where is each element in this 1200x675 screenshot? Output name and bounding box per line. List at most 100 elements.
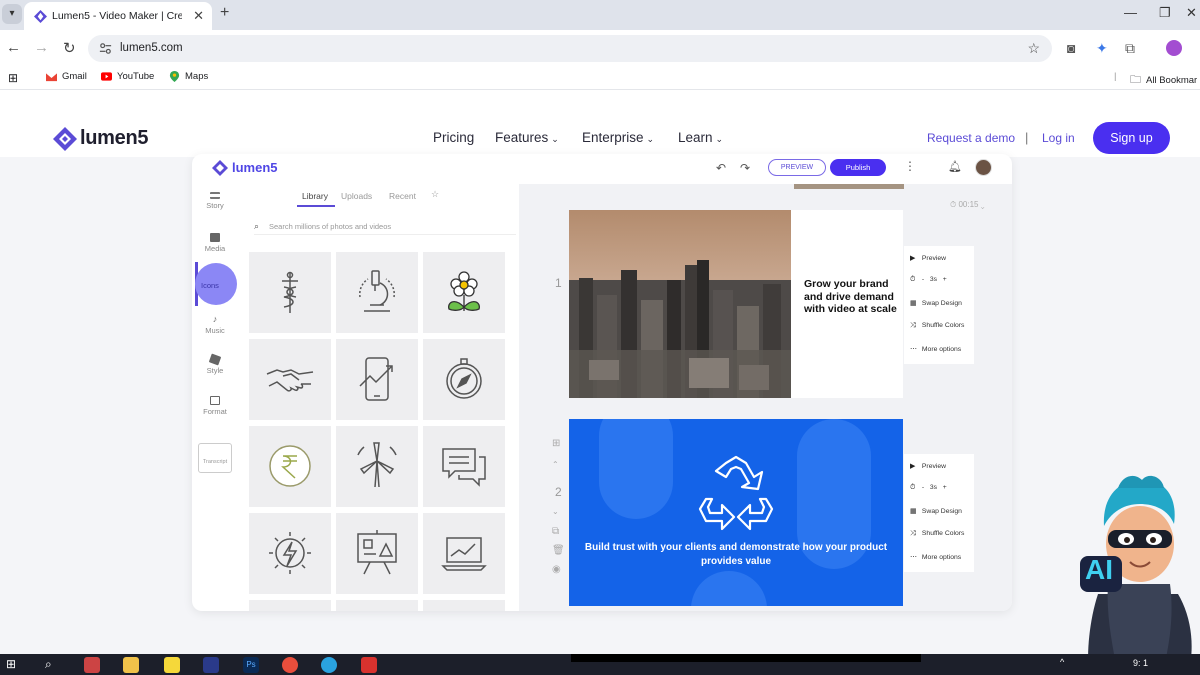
nav-enterprise[interactable]: Enterprise ⌄ [582, 130, 654, 145]
more-options-option[interactable]: ⋯ More options [910, 345, 961, 353]
taskbar-app-icon[interactable] [164, 657, 180, 673]
bookmark-youtube[interactable]: YouTube [101, 71, 154, 82]
nav-features[interactable]: Features ⌄ [495, 130, 559, 145]
icon-tile-rupee[interactable] [249, 426, 331, 507]
taskbar-app-icon[interactable] [84, 657, 100, 673]
request-demo-link[interactable]: Request a demo [927, 131, 1015, 145]
duplicate-icon[interactable]: ⧉ [552, 526, 559, 537]
shuffle-colors-option[interactable]: ⤨ Shuffle Colors [910, 530, 964, 538]
chrome-icon[interactable] [282, 657, 298, 673]
tray-chevron-icon[interactable]: ^ [1060, 657, 1076, 673]
slide-2[interactable]: Build trust with your clients and demons… [569, 419, 903, 606]
icon-tile-wind-turbine[interactable] [336, 426, 418, 507]
sidebar-item-story[interactable]: Story [200, 192, 230, 210]
chevron-up-icon[interactable]: ⌃ [552, 460, 559, 469]
bookmark-maps[interactable]: Maps [169, 71, 208, 82]
tab-uploads[interactable]: Uploads [341, 191, 372, 201]
all-bookmarks[interactable]: 🗀 All Bookmar [1130, 71, 1197, 90]
icon-tile-partial[interactable] [336, 600, 418, 611]
site-info-icon[interactable] [98, 41, 113, 56]
undo-icon[interactable]: ↶ [716, 161, 726, 175]
browser-tab[interactable]: Lumen5 - Video Maker | Create ✕ [24, 2, 212, 30]
extensions-icon[interactable]: ⧉ [1125, 40, 1135, 57]
icon-tile-caduceus[interactable] [249, 252, 331, 333]
nav-pricing[interactable]: Pricing [433, 130, 474, 145]
address-bar[interactable]: lumen5.com ☆ [88, 35, 1052, 62]
site-logo-text[interactable]: lumen5 [80, 127, 149, 150]
forward-icon[interactable]: → [34, 39, 49, 56]
tab-close-icon[interactable]: ✕ [193, 8, 204, 24]
plus-button[interactable]: + [943, 484, 947, 491]
bookmark-star-icon[interactable]: ☆ [1027, 40, 1040, 57]
icon-tile-chat-bubbles[interactable] [423, 426, 505, 507]
icon-tile-laptop-chart[interactable] [423, 513, 505, 594]
icon-tile-compass[interactable] [423, 339, 505, 420]
icon-tile-handshake[interactable] [249, 339, 331, 420]
back-icon[interactable]: ← [6, 39, 21, 56]
more-vertical-icon[interactable]: ⋮ [904, 159, 916, 173]
tab-recent[interactable]: Recent [389, 191, 416, 201]
publish-button[interactable]: Publish [830, 159, 886, 176]
icon-tile-energy[interactable] [249, 513, 331, 594]
close-window-icon[interactable]: ✕ [1186, 5, 1197, 21]
new-tab-button[interactable]: + [220, 4, 229, 22]
icon-tile-presentation[interactable] [336, 513, 418, 594]
taskbar-app-icon[interactable] [203, 657, 219, 673]
bell-icon[interactable]: 🔔︎ [948, 160, 962, 173]
windows-start-icon[interactable]: ⊞ [6, 657, 22, 673]
photoshop-icon[interactable]: Ps [243, 657, 259, 673]
favorites-star-icon[interactable]: ☆ [431, 189, 439, 200]
minimize-icon[interactable]: — [1124, 5, 1137, 20]
minus-button[interactable]: - [922, 276, 924, 283]
icon-tile-flower[interactable] [423, 252, 505, 333]
taskbar-search-icon[interactable]: ⌕ [45, 657, 61, 673]
apps-grid-icon[interactable]: ⊞ [8, 71, 18, 85]
taskbar-app-icon[interactable] [361, 657, 377, 673]
minus-button[interactable]: - [922, 484, 924, 491]
sidebar-item-style[interactable]: Style [200, 353, 230, 375]
reload-icon[interactable]: ↻ [63, 39, 76, 57]
nav-learn[interactable]: Learn ⌄ [678, 130, 723, 145]
sidebar-item-media[interactable]: Media [200, 233, 230, 253]
icon-tile-partial[interactable] [423, 600, 505, 611]
swap-design-option[interactable]: ▦ Swap Design [910, 507, 962, 515]
shuffle-colors-option[interactable]: ⤨ Shuffle Colors [910, 322, 964, 330]
telegram-icon[interactable] [321, 657, 337, 673]
swap-design-option[interactable]: ▦ Swap Design [910, 299, 962, 307]
gemini-icon[interactable]: ✦ [1096, 40, 1108, 57]
duration-option[interactable]: ⏱ - 3s + [910, 484, 947, 492]
duration-option[interactable]: ⏱ - 3s + [910, 276, 947, 284]
user-avatar[interactable] [975, 159, 992, 176]
preview-option[interactable]: ▶ Preview [910, 462, 946, 470]
tab-search-button[interactable]: ▾ [2, 4, 22, 24]
sidebar-item-format[interactable]: Format [200, 396, 230, 416]
chevron-down-icon[interactable]: ⌄ [552, 507, 559, 516]
camera-icon[interactable]: ◙ [1067, 40, 1075, 56]
more-options-option[interactable]: ⋯ More options [910, 553, 961, 561]
handshake-icon [266, 369, 314, 392]
slide-1-headline[interactable]: Grow your brand and drive demand with vi… [804, 278, 899, 316]
plus-button[interactable]: + [943, 276, 947, 283]
slide-2-headline[interactable]: Build trust with your clients and demons… [569, 541, 903, 568]
redo-icon[interactable]: ↷ [740, 161, 750, 175]
preview-button[interactable]: PREVIEW [768, 159, 826, 176]
profile-avatar[interactable] [1166, 40, 1182, 56]
sidebar-item-music[interactable]: ♪ Music [200, 314, 230, 335]
transcript-button[interactable]: Transcript [198, 443, 232, 473]
icon-tile-microscope[interactable] [336, 252, 418, 333]
eye-icon[interactable]: ◉ [552, 564, 561, 575]
restore-icon[interactable]: ❐ [1159, 5, 1171, 21]
trash-icon[interactable]: 🗑︎ [552, 545, 565, 556]
slide-1-city-photo[interactable] [569, 210, 791, 398]
add-slide-icon[interactable]: ⊞ [552, 438, 560, 449]
bookmark-gmail[interactable]: Gmail [46, 71, 87, 82]
lumen5-logo-icon[interactable] [52, 126, 78, 152]
icon-tile-mobile-growth[interactable] [336, 339, 418, 420]
login-link[interactable]: Log in [1042, 131, 1075, 145]
preview-option[interactable]: ▶ Preview [910, 254, 946, 262]
signup-button[interactable]: Sign up [1093, 122, 1170, 154]
icon-tile-partial[interactable] [249, 600, 331, 611]
file-explorer-icon[interactable] [123, 657, 139, 673]
media-search-input[interactable]: ⌕ Search millions of photos and videos [254, 218, 516, 235]
tab-library[interactable]: Library [302, 191, 328, 201]
